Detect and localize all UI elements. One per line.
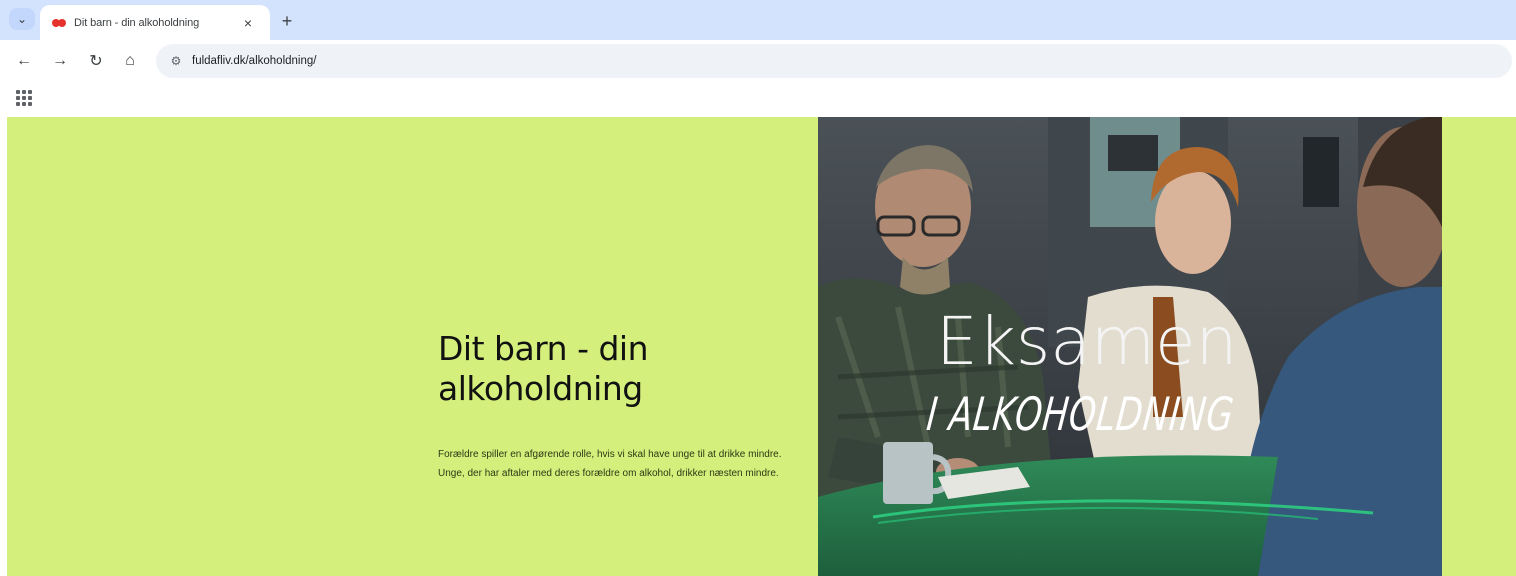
video-overlay-title: Eksamen [936,303,1238,380]
tab-title: Dit barn - din alkoholdning [74,16,200,29]
video-overlay-subtitle: I ALKOHOLDNING [924,387,1237,441]
hero-section: Dit barn - din alkoholdning Forældre spi… [7,117,1516,576]
hero-video-image[interactable]: Eksamen I ALKOHOLDNING [818,117,1442,576]
browser-tab[interactable]: Dit barn - din alkoholdning × [40,5,270,40]
home-icon: ⌂ [125,52,135,69]
hero-title: Dit barn - din alkoholdning [438,329,649,408]
arrow-left-icon: ← [16,52,32,69]
chevron-down-icon: ⌄ [16,12,28,26]
site-favicon-icon [52,18,66,28]
url-text[interactable]: fuldafliv.dk/alkoholdning/ [192,55,316,67]
tab-strip: ⌄ Dit barn - din alkoholdning × + [0,0,1516,40]
forward-button[interactable]: → [48,49,72,73]
hero-text-block: Dit barn - din alkoholdning Forældre spi… [438,329,798,483]
apps-grid-icon[interactable] [15,89,33,107]
new-tab-button[interactable]: + [276,10,298,32]
address-bar[interactable]: ⚙ fuldafliv.dk/alkoholdning/ [156,44,1512,78]
hero-description: Forældre spiller en afgørende rolle, hvi… [438,449,782,479]
arrow-right-icon: → [52,52,68,69]
tab-search-button[interactable]: ⌄ [9,8,35,30]
browser-toolbar: ← → ↻ ⌂ ⚙ fuldafliv.dk/alkoholdning/ [0,40,1516,82]
reload-icon: ↻ [89,53,103,70]
bookmarks-bar [0,82,1516,116]
home-button[interactable]: ⌂ [118,49,142,73]
back-button[interactable]: ← [12,49,36,73]
close-icon[interactable]: × [238,13,258,33]
reload-button[interactable]: ↻ [84,49,108,73]
site-info-icon[interactable]: ⚙ [166,51,186,71]
